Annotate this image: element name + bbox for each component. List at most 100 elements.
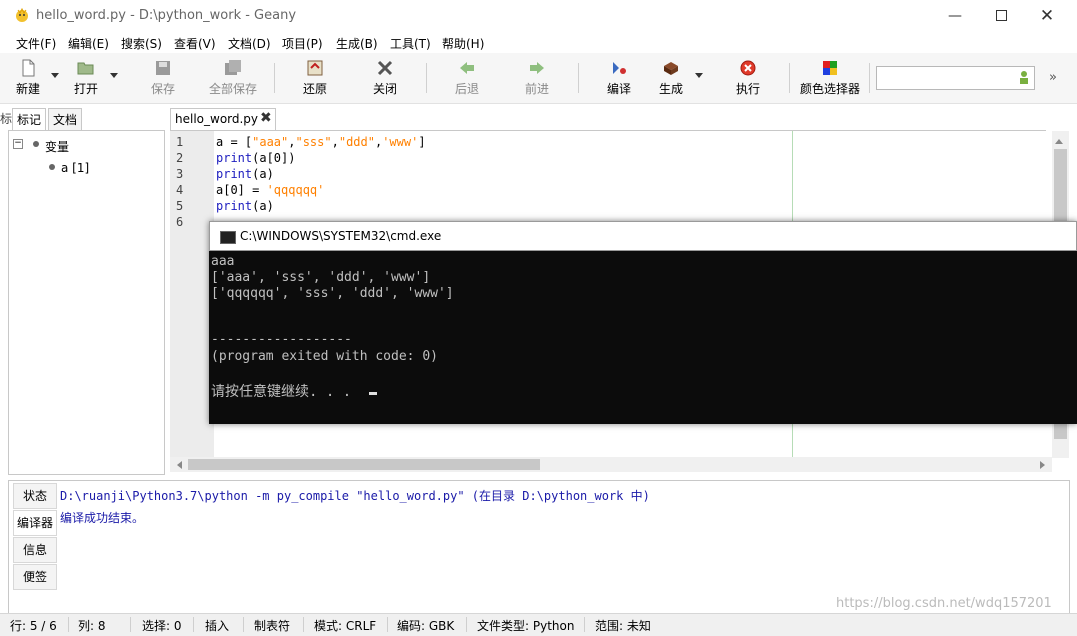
status-indent: 制表符 — [254, 619, 291, 633]
color-picker-label: 颜色选择器 — [799, 82, 860, 96]
status-scope: 范围: 未知 — [595, 619, 651, 633]
new-dropdown-icon[interactable] — [51, 73, 59, 78]
menu-tools[interactable]: 工具(T) — [390, 35, 431, 52]
search-input[interactable] — [876, 66, 1035, 90]
save-icon — [156, 61, 170, 75]
color-picker-button[interactable]: 颜色选择器 — [797, 57, 863, 99]
tab-compiler[interactable]: 编译器 — [13, 510, 57, 536]
cmd-window[interactable]: C:\WINDOWS\SYSTEM32\cmd.exe aaa ['aaa', … — [209, 221, 1077, 424]
tab-info[interactable]: 信息 — [13, 537, 57, 563]
new-button[interactable]: 新建 — [2, 57, 54, 99]
close-file-icon — [377, 60, 393, 76]
scroll-right-icon[interactable] — [1040, 461, 1045, 469]
close-button[interactable]: 关闭 — [359, 57, 411, 99]
tree-root-label[interactable]: 变量 — [45, 138, 69, 155]
compile-label: 编译 — [606, 82, 631, 96]
menu-edit[interactable]: 编辑(E) — [68, 35, 109, 52]
open-dropdown-icon[interactable] — [110, 73, 118, 78]
status-line-ending: 模式: CRLF — [314, 619, 377, 633]
scroll-left-icon[interactable] — [177, 461, 182, 469]
tab-symbols[interactable]: 标记 — [12, 108, 47, 131]
forward-arrow-icon — [530, 62, 544, 74]
line-number: 6 — [176, 215, 184, 229]
new-file-icon — [22, 59, 35, 77]
status-separator — [584, 617, 585, 632]
cmd-icon — [220, 231, 236, 244]
search-entry-icon — [1020, 71, 1028, 84]
status-separator — [243, 617, 244, 632]
forward-label: 前进 — [524, 82, 549, 96]
line-number: 1 — [176, 135, 184, 149]
scrollbar-thumb[interactable] — [188, 459, 540, 470]
save-all-icon — [225, 60, 241, 75]
status-separator — [68, 617, 69, 632]
execute-label: 执行 — [735, 82, 760, 96]
build-button[interactable]: 生成 — [645, 57, 697, 99]
editor-horizontal-scrollbar[interactable] — [170, 457, 1052, 472]
code-line-5: print(a) — [216, 199, 274, 213]
menu-view[interactable]: 查看(V) — [174, 35, 216, 52]
variable-icon — [49, 164, 55, 170]
minimize-button[interactable]: — — [932, 0, 978, 31]
maximize-button[interactable] — [978, 0, 1024, 31]
build-dropdown-icon[interactable] — [695, 73, 703, 78]
compile-button[interactable]: 编译 — [593, 57, 645, 99]
tab-notes[interactable]: 便签 — [13, 564, 57, 590]
status-encoding: 编码: GBK — [397, 619, 455, 633]
sidebar-tabs: 标记 文档 — [8, 108, 163, 131]
cmd-title-bar[interactable]: C:\WINDOWS\SYSTEM32\cmd.exe — [209, 221, 1077, 251]
collapse-toggle-icon[interactable]: − — [13, 139, 23, 149]
menu-search[interactable]: 搜索(S) — [121, 35, 162, 52]
line-number: 3 — [176, 167, 184, 181]
cmd-output-line: (program exited with code: 0) — [211, 349, 438, 364]
close-tab-icon[interactable]: ✖ — [260, 110, 272, 126]
color-picker-icon — [823, 61, 837, 75]
close-icon: ✕ — [1039, 5, 1055, 26]
menu-build[interactable]: 生成(B) — [336, 35, 378, 52]
line-number: 5 — [176, 199, 184, 213]
variable-group-icon — [33, 141, 39, 147]
revert-button[interactable]: 还原 — [289, 57, 341, 99]
execute-button[interactable]: 执行 — [722, 57, 774, 99]
save-all-button[interactable]: 全部保存 — [203, 57, 263, 99]
menu-help[interactable]: 帮助(H) — [442, 35, 484, 52]
menu-document[interactable]: 文档(D) — [228, 35, 271, 52]
tree-item-a[interactable]: a [1] — [61, 161, 89, 175]
status-row: 行: 5 / 6 — [10, 619, 57, 633]
tab-documents[interactable]: 文档 — [48, 108, 83, 131]
toolbar-separator — [426, 63, 427, 93]
toolbar-separator — [869, 63, 870, 93]
compile-icon — [613, 62, 626, 74]
menu-project[interactable]: 项目(P) — [282, 35, 323, 52]
editor-tab[interactable]: hello_word.py ✖ — [170, 108, 276, 131]
status-col: 列: 8 — [78, 619, 106, 633]
menu-file[interactable]: 文件(F) — [16, 35, 56, 52]
cmd-output-line: 请按任意键继续. . . — [211, 384, 352, 400]
menu-bar: 文件(F) 编辑(E) 搜索(S) 查看(V) 文档(D) 项目(P) 生成(B… — [0, 31, 1077, 53]
build-brick-icon — [664, 62, 678, 75]
close-label: 关闭 — [372, 82, 397, 96]
line-number: 2 — [176, 151, 184, 165]
symbol-tree: − 变量 a [1] — [8, 130, 165, 475]
watermark: https://blog.csdn.net/wdq157201 — [836, 596, 1052, 611]
cmd-output-line: ['aaa', 'sss', 'ddd', 'www'] — [211, 270, 431, 285]
close-window-button[interactable]: ✕ — [1024, 0, 1070, 31]
toolbar-overflow-button[interactable]: » — [1049, 70, 1057, 85]
cmd-cursor — [369, 392, 377, 395]
back-button[interactable]: 后退 — [441, 57, 493, 99]
status-separator — [130, 617, 131, 632]
maximize-icon — [995, 10, 1007, 21]
forward-button[interactable]: 前进 — [511, 57, 563, 99]
save-button[interactable]: 保存 — [137, 57, 189, 99]
status-filetype: 文件类型: Python — [477, 619, 575, 633]
tab-status[interactable]: 状态 — [13, 483, 57, 509]
open-button[interactable]: 打开 — [60, 57, 112, 99]
cmd-output-line: ------------------ — [211, 332, 352, 347]
scroll-up-icon[interactable] — [1055, 139, 1063, 144]
geany-app-icon — [16, 7, 28, 22]
compiler-message: D:\ruanji\Python3.7\python -m py_compile… — [60, 489, 650, 503]
toolbar-separator — [578, 63, 579, 93]
status-insert-mode: 插入 — [205, 619, 230, 633]
back-arrow-icon — [460, 62, 474, 74]
cmd-output-line: aaa — [211, 254, 235, 269]
